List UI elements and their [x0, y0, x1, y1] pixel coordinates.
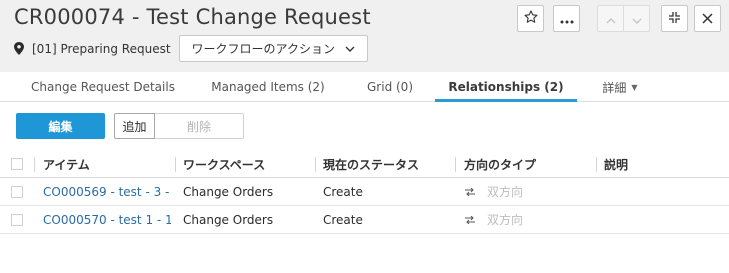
workflow-actions-dropdown[interactable]: ワークフローのアクション	[178, 35, 368, 62]
chevron-down-icon	[632, 9, 642, 28]
tab-grid[interactable]: Grid (0)	[346, 72, 434, 102]
table-header-row: アイテム ワークスペース 現在のステータス 方向のタイプ 説明	[0, 151, 729, 178]
relationships-toolbar: 編集 追加 削除	[16, 113, 244, 139]
row-checkbox[interactable]	[11, 206, 23, 233]
more-icon	[560, 9, 574, 28]
map-pin-icon	[14, 42, 26, 56]
column-header-item[interactable]: アイテム	[43, 151, 173, 177]
chevron-up-icon	[606, 9, 616, 28]
description-cell	[604, 178, 724, 205]
tab-managed-items[interactable]: Managed Items (2)	[190, 72, 346, 102]
item-header: CR000074 - Test Change Request [01] Prep…	[0, 0, 729, 72]
column-header-description[interactable]: 説明	[604, 151, 724, 177]
tab-more-label: 詳細	[602, 80, 627, 95]
star-icon	[524, 9, 538, 28]
status-cell: Create	[323, 212, 363, 227]
previous-record-button[interactable]	[598, 6, 623, 31]
page-title: CR000074 - Test Change Request	[14, 5, 371, 29]
item-link[interactable]: CO000570 - test 1 - 1 - ...	[43, 206, 171, 233]
chevron-down-icon	[345, 46, 355, 52]
add-button[interactable]: 追加	[114, 113, 155, 139]
workflow-state-label: [01] Preparing Request	[32, 41, 171, 56]
relationships-table: アイテム ワークスペース 現在のステータス 方向のタイプ 説明 CO000569…	[0, 151, 729, 234]
tab-bar: Change Request Details Managed Items (2)…	[0, 72, 729, 102]
workspace-cell: Change Orders	[183, 184, 274, 199]
column-header-direction[interactable]: 方向のタイプ	[464, 151, 594, 177]
direction-cell: 双方向	[465, 206, 595, 233]
direction-type-label: 双方向	[487, 213, 524, 227]
collapse-button[interactable]	[661, 5, 688, 32]
workflow-actions-label: ワークフローのアクション	[191, 42, 335, 56]
item-link[interactable]: CO000569 - test - 3 - ...	[43, 178, 171, 205]
record-navigation	[597, 5, 650, 32]
tab-more[interactable]: 詳細 ▼	[590, 72, 650, 102]
close-icon	[702, 9, 713, 28]
more-actions-button[interactable]	[553, 5, 580, 32]
status-cell: Create	[323, 184, 363, 199]
column-header-status[interactable]: 現在のステータス	[323, 151, 453, 177]
column-header-workspace[interactable]: ワークスペース	[183, 151, 313, 177]
select-all-checkbox[interactable]	[11, 151, 23, 177]
direction-type-label: 双方向	[487, 185, 524, 199]
caret-down-icon: ▼	[631, 82, 638, 92]
table-row: CO000569 - test - 3 - ... Change Orders …	[0, 178, 729, 206]
direction-cell: 双方向	[465, 178, 595, 205]
table-row: CO000570 - test 1 - 1 - ... Change Order…	[0, 206, 729, 234]
workspace-cell: Change Orders	[183, 212, 274, 227]
tab-change-request-details[interactable]: Change Request Details	[16, 72, 190, 102]
description-cell	[604, 206, 724, 233]
collapse-icon	[668, 9, 681, 28]
workflow-status-row: [01] Preparing Request ワークフローのアクション	[14, 35, 368, 62]
edit-button[interactable]: 編集	[16, 113, 105, 139]
close-button[interactable]	[694, 5, 721, 32]
tab-relationships[interactable]: Relationships (2)	[435, 72, 577, 102]
bidirectional-arrows-icon	[465, 187, 475, 196]
row-checkbox[interactable]	[11, 178, 23, 205]
next-record-button[interactable]	[623, 6, 649, 31]
delete-button: 削除	[155, 113, 244, 139]
bookmark-button[interactable]	[517, 5, 544, 32]
bidirectional-arrows-icon	[465, 215, 475, 224]
